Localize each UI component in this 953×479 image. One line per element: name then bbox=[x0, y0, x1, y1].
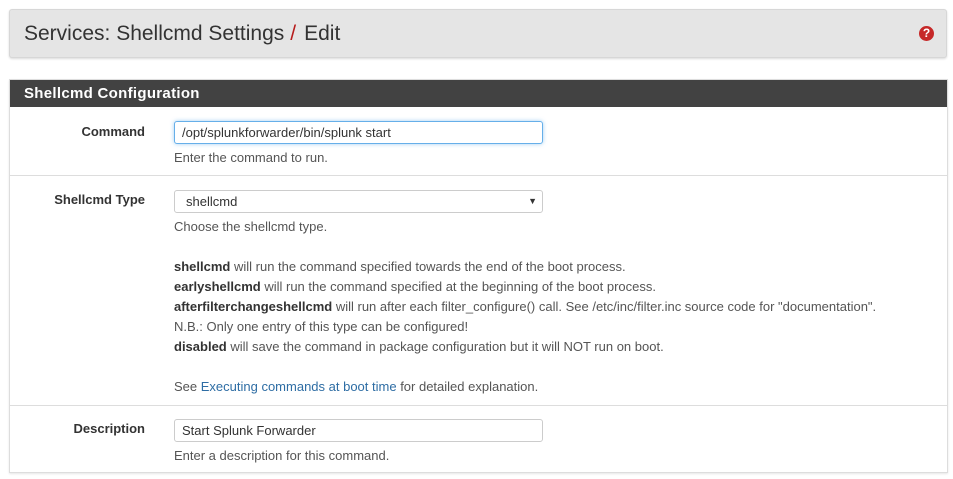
description-input[interactable] bbox=[174, 419, 543, 442]
description-label: Description bbox=[73, 421, 145, 436]
shellcmd-type-help: Choose the shellcmd type. bbox=[174, 219, 328, 234]
breadcrumb-separator: / bbox=[290, 22, 297, 45]
shellcmd-type-select[interactable]: shellcmd ▼ bbox=[174, 190, 543, 213]
see-also-line: See Executing commands at boot time for … bbox=[174, 379, 539, 394]
boot-time-docs-link[interactable]: Executing commands at boot time bbox=[201, 379, 397, 394]
breadcrumb-services: Services: Shellcmd Settings bbox=[24, 22, 285, 45]
chevron-down-icon: ▼ bbox=[528, 196, 537, 206]
question-circle-icon[interactable]: ? bbox=[919, 26, 934, 41]
shellcmd-type-selected: shellcmd bbox=[186, 194, 238, 209]
description-help: Enter a description for this command. bbox=[174, 448, 390, 463]
shellcmd-type-label: Shellcmd Type bbox=[54, 192, 145, 207]
breadcrumb-edit: Edit bbox=[304, 22, 341, 45]
explanation-line: disabled will save the command in packag… bbox=[174, 339, 664, 354]
explanation-line: earlyshellcmd will run the command speci… bbox=[174, 279, 657, 294]
shellcmd-type-explanations: shellcmd will run the command specified … bbox=[174, 257, 876, 357]
command-input[interactable] bbox=[174, 121, 543, 144]
explanation-line: shellcmd will run the command specified … bbox=[174, 259, 626, 274]
command-label: Command bbox=[81, 124, 145, 139]
shellcmd-type-row: Shellcmd Type shellcmd ▼ Choose the shel… bbox=[10, 176, 947, 406]
breadcrumb: Services: Shellcmd Settings / Edit bbox=[24, 22, 340, 46]
shellcmd-config-panel: Shellcmd Configuration Command Enter the… bbox=[9, 79, 948, 473]
command-row: Command Enter the command to run. bbox=[10, 108, 947, 176]
description-row: Description Enter a description for this… bbox=[10, 406, 947, 473]
command-help: Enter the command to run. bbox=[174, 150, 328, 165]
explanation-line: afterfilterchangeshellcmd will run after… bbox=[174, 299, 877, 314]
explanation-line: N.B.: Only one entry of this type can be… bbox=[174, 319, 469, 334]
panel-title: Shellcmd Configuration bbox=[10, 80, 947, 107]
page-header: Services: Shellcmd Settings / Edit ? bbox=[9, 9, 947, 58]
